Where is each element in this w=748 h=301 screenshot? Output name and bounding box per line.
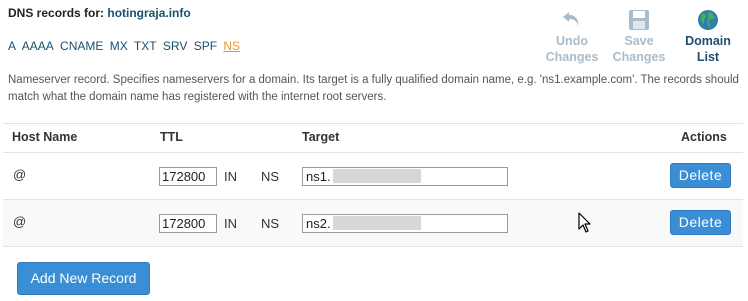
table-row: @ 172800 IN NS ns1. Delete [3,153,743,199]
save-label-line1: Save [624,34,654,48]
host-name: @ [13,167,27,182]
domain-name: hotingraja.info [107,6,191,20]
target-input[interactable]: ns2. [302,214,508,233]
domain-list-label-line2: List [696,50,720,64]
save-icon [629,10,649,30]
table-row: @ 172800 IN NS ns2. Delete [3,200,743,246]
record-type-txt[interactable]: TXT [134,39,157,53]
record-type: NS [261,169,280,184]
record-type-description: Nameserver record. Specifies nameservers… [8,74,739,103]
ttl-input[interactable]: 172800 [159,214,217,233]
target-value: ns2. [306,216,331,231]
title-prefix: DNS records for: [8,6,108,20]
globe-icon [698,10,718,30]
undo-icon [563,12,579,26]
domain-list-button[interactable]: Domain List [678,8,738,65]
record-type-mx[interactable]: MX [110,39,128,53]
page-title: DNS records for: hotingraja.info [8,6,191,20]
undo-label-line1: Undo [556,34,588,48]
column-header-host: Host Name [12,130,78,144]
column-header-target: Target [302,130,340,144]
record-class: IN [224,169,237,184]
column-header-ttl: TTL [160,130,183,144]
divider [3,123,743,124]
record-type-ns[interactable]: NS [223,39,240,53]
save-label-line2: Changes [612,50,666,64]
target-input[interactable]: ns1. [302,167,508,186]
mouse-cursor-icon [578,212,591,233]
undo-changes-button[interactable]: Undo Changes [542,8,602,65]
record-type: NS [261,216,280,231]
record-type-spf[interactable]: SPF [194,39,217,53]
add-new-record-button[interactable]: Add New Record [17,262,150,295]
record-type-srv[interactable]: SRV [163,39,187,53]
record-type-cname[interactable]: CNAME [60,39,103,53]
domain-list-label-line1: Domain [685,34,731,48]
delete-button[interactable]: Delete [670,163,731,188]
record-type-tabs: A AAAA CNAME MX TXT SRV SPF NS [8,39,243,53]
save-changes-button[interactable]: Save Changes [609,8,669,65]
record-type-a[interactable]: A [8,39,16,53]
divider [3,246,743,247]
column-header-actions: Actions [681,130,727,144]
target-value: ns1. [306,169,331,184]
ttl-input[interactable]: 172800 [159,167,217,186]
undo-label-line2: Changes [545,50,599,64]
record-type-aaaa[interactable]: AAAA [22,39,54,53]
record-class: IN [224,216,237,231]
redacted-block [332,216,421,230]
redacted-block [332,169,421,183]
delete-button[interactable]: Delete [670,210,731,235]
host-name: @ [13,214,27,229]
